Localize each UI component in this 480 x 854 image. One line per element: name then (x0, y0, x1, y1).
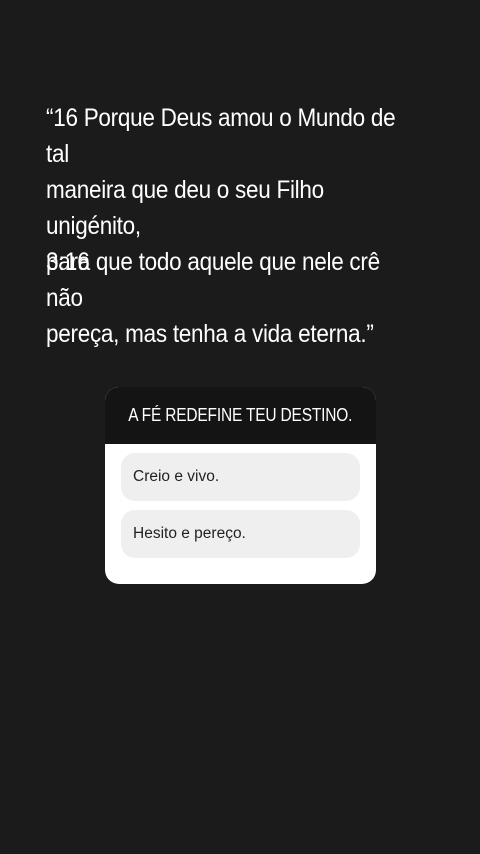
poll-question: A FÉ REDEFINE TEU DESTINO. (128, 405, 353, 425)
poll-option-label: Creio e vivo. (133, 468, 220, 485)
poll-option-hesitate-button[interactable]: Hesito e pereço. (121, 510, 360, 558)
story-quote-text: “16 Porque Deus amou o Mundo de tal mane… (46, 104, 396, 348)
poll-question-header: A FÉ REDEFINE TEU DESTINO. (105, 387, 376, 444)
poll-option-label: Hesito e pereço. (133, 525, 246, 542)
poll-sticker: A FÉ REDEFINE TEU DESTINO. Creio e vivo.… (105, 387, 376, 584)
poll-options: Creio e vivo. Hesito e pereço. (105, 444, 376, 558)
poll-option-believe-button[interactable]: Creio e vivo. (121, 453, 360, 501)
story-verse-reference: 3:16 (46, 248, 90, 276)
